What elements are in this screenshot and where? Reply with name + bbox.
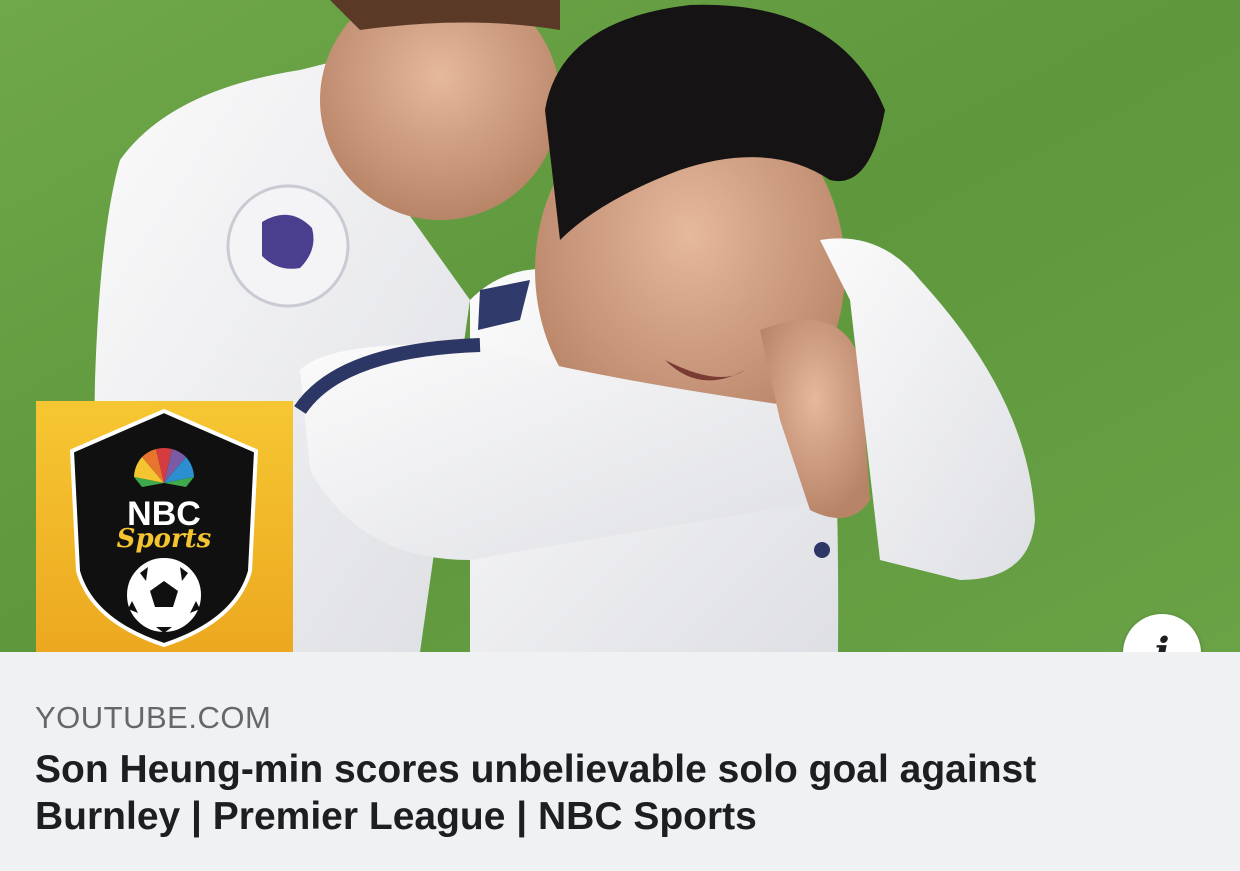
svg-text:Sports: Sports bbox=[117, 524, 212, 554]
link-title[interactable]: Son Heung-min scores unbelievable solo g… bbox=[35, 746, 1185, 840]
nbc-sports-logo: NBC Sports bbox=[36, 401, 293, 652]
source-domain: YOUTUBE.COM bbox=[35, 700, 272, 735]
video-thumbnail[interactable]: NBC Sports i bbox=[0, 0, 1240, 652]
link-preview-card[interactable]: NBC Sports i YOUTUBE.COM Son Heung-min s… bbox=[0, 0, 1240, 871]
soccer-ball-icon bbox=[125, 556, 203, 634]
info-icon: i bbox=[1154, 633, 1169, 653]
